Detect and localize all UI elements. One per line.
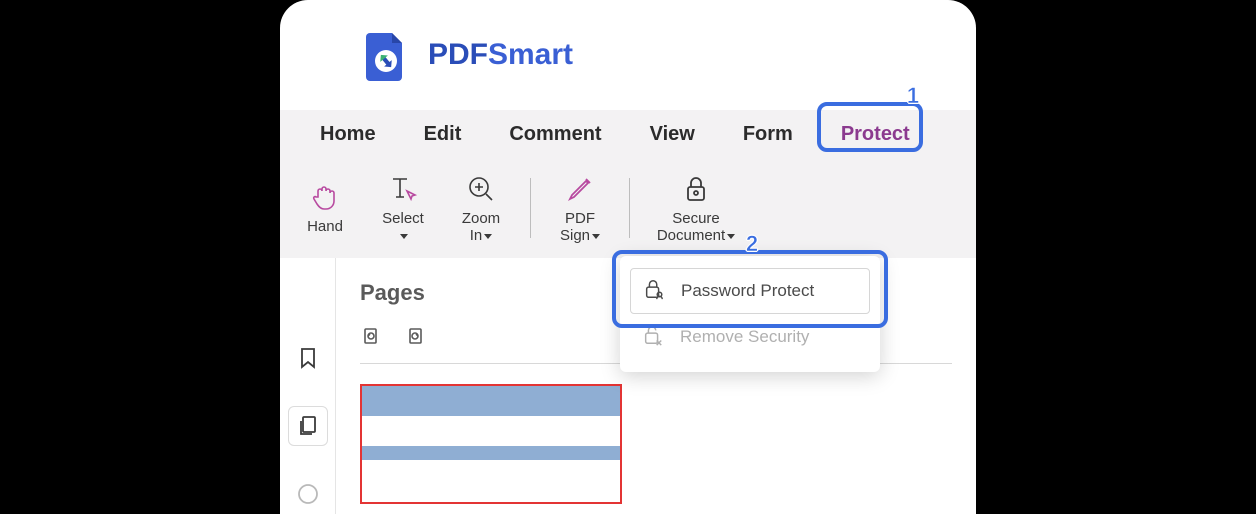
dropdown-remove-security: Remove Security [630,314,870,360]
page-tool-rotate-left[interactable] [360,324,384,353]
menu-comment[interactable]: Comment [485,110,625,158]
menu-view[interactable]: View [626,110,719,158]
dropdown-remove-security-label: Remove Security [680,327,809,347]
menu-protect[interactable]: Protect [817,110,934,158]
ribbon-zoom-label2: In [470,227,483,244]
ribbon-pdf-sign[interactable]: PDFSign [545,168,615,249]
menu-home[interactable]: Home [296,110,400,158]
ribbon-secure-label1: Secure [672,210,720,227]
secure-document-dropdown: Password Protect Remove Security [620,256,880,372]
hand-icon [308,180,342,214]
pen-icon [563,172,597,206]
callout-badge-1: 1 [899,82,927,110]
ribbon-sign-label2: Sign [560,227,590,244]
side-rail [280,258,336,514]
ribbon-separator [530,178,531,238]
app-header: PDFSmart [280,0,976,110]
menu-form[interactable]: Form [719,110,817,158]
rail-bookmarks[interactable] [288,338,328,378]
ribbon-separator [629,178,630,238]
ribbon-zoom-in[interactable]: ZoomIn [446,168,516,249]
ribbon-zoom-label1: Zoom [462,210,500,227]
rail-pages[interactable] [288,406,328,446]
page-tool-rotate-right[interactable] [402,324,426,353]
thumbnail-content [360,384,622,416]
chevron-down-icon [484,234,492,239]
chevron-down-icon [592,234,600,239]
callout-badge-2: 2 [738,230,766,258]
pages-icon [296,414,320,438]
logo-text-pdf: PDF [428,38,488,71]
logo-text-smart: Smart [488,38,573,71]
ribbon-secure-document[interactable]: SecureDocument [644,168,748,249]
text-select-icon [386,172,420,206]
lock-remove-icon [642,324,664,351]
ribbon-hand-label: Hand [307,218,343,235]
lock-icon [679,172,713,206]
ribbon-hand[interactable]: Hand [290,176,360,239]
zoom-in-icon [464,172,498,206]
pdfsmart-logo-icon [360,29,412,81]
rail-more[interactable] [288,474,328,514]
main-menubar: Home Edit Comment View Form Protect [280,110,976,158]
lock-person-icon [643,278,665,305]
thumbnail-content [360,446,622,460]
bookmark-icon [296,346,320,370]
dropdown-password-protect-label: Password Protect [681,281,814,301]
ribbon-toolbar: Hand Select ZoomIn [280,158,976,258]
dropdown-password-protect[interactable]: Password Protect [630,268,870,314]
ribbon-secure-label2: Document [657,227,725,244]
ribbon-sign-label1: PDF [565,210,595,227]
chevron-down-icon [727,234,735,239]
ribbon-select[interactable]: Select [368,168,438,249]
menu-edit[interactable]: Edit [400,110,486,158]
app-title: PDFSmart [428,38,573,72]
ribbon-select-label: Select [382,210,424,227]
page-thumbnail[interactable] [360,384,622,504]
face-icon [296,482,320,506]
chevron-down-icon [400,234,408,239]
